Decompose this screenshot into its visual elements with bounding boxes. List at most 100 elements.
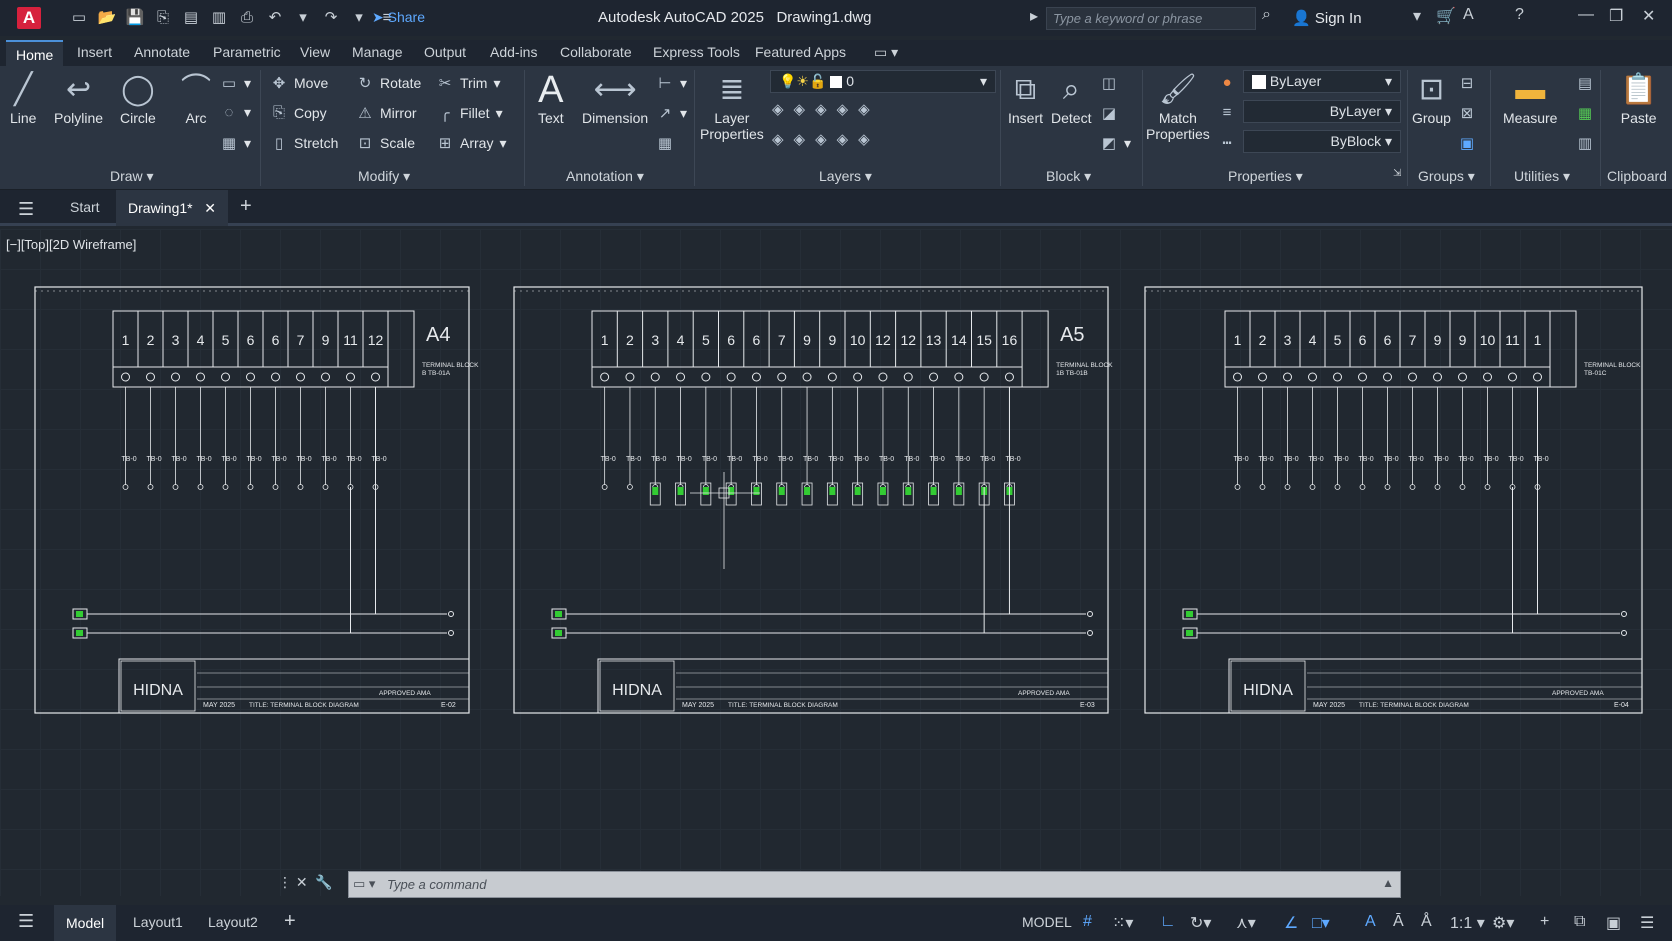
dimension-button[interactable]: ⟷ Dimension	[582, 70, 648, 126]
terminal-screw[interactable]	[1283, 372, 1292, 382]
terminal-screw[interactable]	[1233, 372, 1242, 382]
file-tabs-menu-icon[interactable]: ☰	[18, 199, 34, 220]
terminal-screw[interactable]	[1333, 372, 1342, 382]
terminal-screw[interactable]	[1508, 372, 1517, 382]
autocad-logo-icon[interactable]: A	[17, 7, 41, 29]
polyline-button[interactable]: ↩ Polyline	[54, 70, 103, 126]
rotate-button[interactable]: ↻ Rotate	[356, 74, 422, 92]
leader-button[interactable]: ⊢ ▾	[656, 74, 687, 93]
customize-status-icon[interactable]: ☰	[1640, 913, 1654, 933]
linetype-dropdown[interactable]: ByLayer ▾	[1243, 100, 1401, 123]
object-snap-icon[interactable]: □▾	[1312, 913, 1330, 933]
snap-icon[interactable]: ⁙▾	[1112, 913, 1133, 933]
layers-panel-label[interactable]: Layers ▾	[819, 168, 872, 185]
lineweight-dropdown[interactable]: ByBlock ▾	[1243, 130, 1401, 153]
tab-home[interactable]: Home	[6, 40, 64, 66]
publish-icon[interactable]: ▤	[180, 8, 202, 28]
plus-icon[interactable]: +	[1540, 913, 1549, 931]
terminal-screw[interactable]	[1383, 372, 1392, 382]
boundary-button[interactable]: ▦ ▾	[220, 134, 251, 153]
undo-dropdown-icon[interactable]: ▾	[292, 8, 314, 28]
layer-dropdown[interactable]: 💡☀🔓 0 ▾	[770, 70, 996, 93]
multileader-button[interactable]: ↗ ▾	[656, 104, 687, 123]
polar-icon[interactable]: ↻▾	[1190, 913, 1211, 933]
properties-dialog-launcher-icon[interactable]: ⇲	[1393, 168, 1401, 179]
isodraft-icon[interactable]: ⋏▾	[1236, 913, 1256, 933]
fillet-button[interactable]: ╭ Fillet ▾	[436, 104, 502, 123]
autodesk-account-icon[interactable]: A	[1463, 6, 1474, 24]
sheet-border[interactable]	[1144, 286, 1643, 714]
clipboard-panel-label[interactable]: Clipboard	[1607, 168, 1667, 184]
title-block[interactable]	[597, 658, 1109, 714]
cart-icon[interactable]: 🛒	[1436, 6, 1456, 26]
terminal-screw[interactable]	[271, 372, 280, 382]
color-wheel-icon[interactable]: ●	[1218, 74, 1236, 91]
color-dropdown[interactable]: ByLayer ▾	[1243, 70, 1401, 93]
workspace-gear-icon[interactable]: ⚙▾	[1492, 913, 1514, 933]
terminal-screw[interactable]	[903, 372, 913, 382]
insert-block-button[interactable]: ⧉ Insert	[1008, 70, 1043, 126]
tab-output[interactable]: Output	[424, 44, 466, 60]
terminal-screw[interactable]	[1408, 372, 1417, 382]
id-point-button[interactable]: ▥	[1576, 134, 1594, 152]
new-file-icon[interactable]: ▭	[68, 8, 90, 28]
tab-annotate[interactable]: Annotate	[134, 44, 190, 60]
search-input[interactable]: Type a keyword or phrase	[1046, 7, 1256, 30]
terminal-screw[interactable]	[802, 372, 812, 382]
terminal-screw[interactable]	[701, 372, 711, 382]
terminal-screw[interactable]	[146, 372, 155, 382]
annotation-scale-value[interactable]: 1:1 ▾	[1450, 913, 1485, 933]
terminal-screw[interactable]	[1258, 372, 1267, 382]
tab-manage[interactable]: Manage	[352, 44, 403, 60]
modify-panel-label[interactable]: Modify ▾	[358, 168, 410, 185]
customize-icon[interactable]: 🔧	[315, 874, 332, 890]
edit-block-button[interactable]: ◪	[1100, 104, 1118, 122]
text-button[interactable]: A Text	[538, 70, 564, 126]
terminal-screw[interactable]	[777, 372, 787, 382]
groups-panel-label[interactable]: Groups ▾	[1418, 168, 1475, 185]
tab-model[interactable]: Model	[54, 905, 117, 941]
tab-insert[interactable]: Insert	[77, 44, 112, 60]
new-tab-icon[interactable]: +	[240, 195, 252, 218]
close-command-line-icon[interactable]: ✕	[296, 874, 308, 890]
terminal-screw[interactable]	[1533, 372, 1542, 382]
grid-icon[interactable]: #	[1083, 913, 1092, 931]
draw-panel-label[interactable]: Draw ▾	[110, 168, 154, 185]
trim-button[interactable]: ✂ Trim ▾	[436, 74, 501, 93]
annotation-panel-label[interactable]: Annotation ▾	[566, 168, 644, 185]
hardware-acceleration-icon[interactable]: ▣	[1606, 913, 1621, 933]
group-button[interactable]: ⊡ Group	[1412, 70, 1451, 126]
minimize-icon[interactable]: —	[1578, 6, 1594, 24]
ribbon-display-toggle-icon[interactable]: ▭ ▾	[874, 44, 898, 61]
group-select-button[interactable]: ▣	[1458, 134, 1476, 152]
object-snap-tracking-icon[interactable]: ∠	[1284, 913, 1298, 933]
linetype-icon[interactable]: ┅	[1218, 134, 1236, 152]
close-icon[interactable]: ✕	[1642, 6, 1655, 26]
save-as-icon[interactable]: ⎘	[152, 8, 174, 28]
redo-icon[interactable]: ↷	[320, 8, 342, 28]
mirror-button[interactable]: ⚠ Mirror	[356, 104, 416, 122]
terminal-screw[interactable]	[1358, 372, 1367, 382]
recent-commands-icon[interactable]: ▭ ▾	[353, 876, 375, 892]
move-button[interactable]: ✥ Move	[270, 74, 329, 92]
hatch-button[interactable]: ◌ ▾	[220, 104, 252, 121]
terminal-screw[interactable]	[346, 372, 355, 382]
tab-drawing1[interactable]: Drawing1* ✕	[116, 190, 228, 226]
terminal-screw[interactable]	[979, 372, 989, 382]
match-properties-button[interactable]: 🖌 Match Properties	[1146, 70, 1210, 142]
save-icon[interactable]: 💾	[124, 8, 146, 28]
lineweight-icon[interactable]: ≡	[1218, 104, 1236, 121]
terminal-screw[interactable]	[1433, 372, 1442, 382]
tab-express-tools[interactable]: Express Tools	[653, 44, 740, 60]
layer-properties-button[interactable]: ≣ Layer Properties	[700, 70, 764, 142]
drawing-viewport[interactable]: [−][Top][2D Wireframe] 1 TB-0 2 TB-0 3 TB-0 4 T…	[0, 229, 1672, 896]
terminal-screw[interactable]	[751, 372, 761, 382]
edit-attributes-button[interactable]: ◩ ▾	[1100, 134, 1131, 153]
isolate-objects-icon[interactable]: ⧉	[1574, 913, 1585, 931]
block-panel-label[interactable]: Block ▾	[1046, 168, 1091, 185]
terminal-screw[interactable]	[827, 372, 837, 382]
terminal-screw[interactable]	[171, 372, 180, 382]
terminal-screw[interactable]	[650, 372, 660, 382]
tab-add-ins[interactable]: Add-ins	[490, 44, 537, 60]
terminal-screw[interactable]	[726, 372, 736, 382]
